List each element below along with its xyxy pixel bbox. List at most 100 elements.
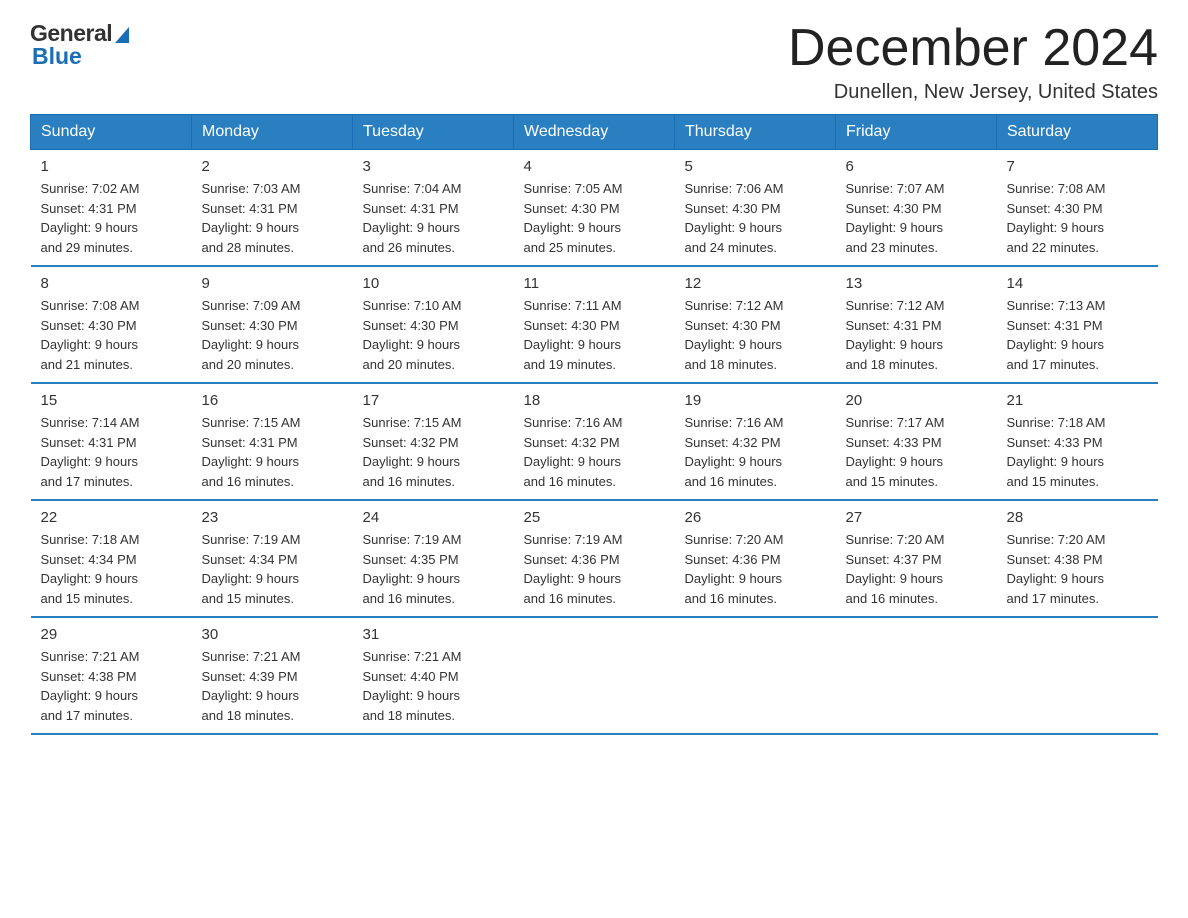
header-tuesday: Tuesday bbox=[353, 115, 514, 150]
title-area: December 2024 Dunellen, New Jersey, Unit… bbox=[788, 20, 1158, 104]
day-info: Sunrise: 7:18 AMSunset: 4:33 PMDaylight:… bbox=[1007, 413, 1148, 491]
page-header: General Blue December 2024 Dunellen, New… bbox=[30, 20, 1158, 104]
day-number: 11 bbox=[524, 275, 665, 292]
calendar-cell: 23Sunrise: 7:19 AMSunset: 4:34 PMDayligh… bbox=[192, 500, 353, 617]
day-info: Sunrise: 7:08 AMSunset: 4:30 PMDaylight:… bbox=[1007, 179, 1148, 257]
day-number: 9 bbox=[202, 275, 343, 292]
day-info: Sunrise: 7:20 AMSunset: 4:37 PMDaylight:… bbox=[846, 530, 987, 608]
calendar-cell: 11 Sunrise: 7:11 AMSunset: 4:30 PMDayligh… bbox=[514, 266, 675, 383]
day-number: 14 bbox=[1007, 275, 1148, 292]
day-number: 19 bbox=[685, 392, 826, 409]
calendar-cell: 7 Sunrise: 7:08 AMSunset: 4:30 PMDaylight… bbox=[997, 150, 1158, 267]
day-info: Sunrise: 7:19 AMSunset: 4:35 PMDaylight:… bbox=[363, 530, 504, 608]
day-number: 16 bbox=[202, 392, 343, 409]
day-number: 24 bbox=[363, 509, 504, 526]
calendar-cell bbox=[514, 617, 675, 734]
calendar-cell bbox=[675, 617, 836, 734]
header-wednesday: Wednesday bbox=[514, 115, 675, 150]
day-number: 12 bbox=[685, 275, 826, 292]
day-info: Sunrise: 7:21 AMSunset: 4:40 PMDaylight:… bbox=[363, 647, 504, 725]
day-info: Sunrise: 7:14 AMSunset: 4:31 PMDaylight:… bbox=[41, 413, 182, 491]
day-info: Sunrise: 7:12 AMSunset: 4:30 PMDaylight:… bbox=[685, 296, 826, 374]
day-info: Sunrise: 7:09 AMSunset: 4:30 PMDaylight:… bbox=[202, 296, 343, 374]
day-number: 22 bbox=[41, 509, 182, 526]
calendar-cell: 27 Sunrise: 7:20 AMSunset: 4:37 PMDayligh… bbox=[836, 500, 997, 617]
calendar-cell: 29 Sunrise: 7:21 AMSunset: 4:38 PMDayligh… bbox=[31, 617, 192, 734]
day-number: 2 bbox=[202, 158, 343, 175]
header-sunday: Sunday bbox=[31, 115, 192, 150]
header-saturday: Saturday bbox=[997, 115, 1158, 150]
header-monday: Monday bbox=[192, 115, 353, 150]
calendar-cell: 24 Sunrise: 7:19 AMSunset: 4:35 PMDayligh… bbox=[353, 500, 514, 617]
day-number: 28 bbox=[1007, 509, 1148, 526]
day-number: 18 bbox=[524, 392, 665, 409]
header-thursday: Thursday bbox=[675, 115, 836, 150]
day-info: Sunrise: 7:16 AMSunset: 4:32 PMDaylight:… bbox=[524, 413, 665, 491]
day-info: Sunrise: 7:12 AMSunset: 4:31 PMDaylight:… bbox=[846, 296, 987, 374]
day-number: 6 bbox=[846, 158, 987, 175]
day-info: Sunrise: 7:03 AMSunset: 4:31 PMDaylight:… bbox=[202, 179, 343, 257]
logo: General Blue bbox=[30, 20, 129, 70]
day-number: 10 bbox=[363, 275, 504, 292]
day-number: 1 bbox=[41, 158, 182, 175]
day-info: Sunrise: 7:11 AMSunset: 4:30 PMDaylight:… bbox=[524, 296, 665, 374]
calendar-cell: 6 Sunrise: 7:07 AMSunset: 4:30 PMDaylight… bbox=[836, 150, 997, 267]
calendar-cell: 19 Sunrise: 7:16 AMSunset: 4:32 PMDayligh… bbox=[675, 383, 836, 500]
day-info: Sunrise: 7:04 AMSunset: 4:31 PMDaylight:… bbox=[363, 179, 504, 257]
calendar-cell: 25 Sunrise: 7:19 AMSunset: 4:36 PMDayligh… bbox=[514, 500, 675, 617]
day-number: 13 bbox=[846, 275, 987, 292]
calendar-cell: 28 Sunrise: 7:20 AMSunset: 4:38 PMDayligh… bbox=[997, 500, 1158, 617]
location-text: Dunellen, New Jersey, United States bbox=[788, 81, 1158, 104]
calendar-cell: 21Sunrise: 7:18 AMSunset: 4:33 PMDayligh… bbox=[997, 383, 1158, 500]
day-number: 30 bbox=[202, 626, 343, 643]
day-number: 17 bbox=[363, 392, 504, 409]
calendar-week-row: 8Sunrise: 7:08 AMSunset: 4:30 PMDaylight… bbox=[31, 266, 1158, 383]
calendar-cell: 10 Sunrise: 7:10 AMSunset: 4:30 PMDayligh… bbox=[353, 266, 514, 383]
day-number: 25 bbox=[524, 509, 665, 526]
calendar-cell: 26Sunrise: 7:20 AMSunset: 4:36 PMDayligh… bbox=[675, 500, 836, 617]
calendar-cell: 3 Sunrise: 7:04 AMSunset: 4:31 PMDaylight… bbox=[353, 150, 514, 267]
calendar-table: SundayMondayTuesdayWednesdayThursdayFrid… bbox=[30, 114, 1158, 735]
calendar-cell: 12 Sunrise: 7:12 AMSunset: 4:30 PMDayligh… bbox=[675, 266, 836, 383]
calendar-week-row: 1 Sunrise: 7:02 AMSunset: 4:31 PMDaylight… bbox=[31, 150, 1158, 267]
calendar-cell: 30 Sunrise: 7:21 AMSunset: 4:39 PMDayligh… bbox=[192, 617, 353, 734]
day-info: Sunrise: 7:19 AMSunset: 4:34 PMDaylight:… bbox=[202, 530, 343, 608]
calendar-cell: 9 Sunrise: 7:09 AMSunset: 4:30 PMDaylight… bbox=[192, 266, 353, 383]
day-number: 7 bbox=[1007, 158, 1148, 175]
day-info: Sunrise: 7:20 AMSunset: 4:38 PMDaylight:… bbox=[1007, 530, 1148, 608]
calendar-cell bbox=[836, 617, 997, 734]
calendar-cell: 18 Sunrise: 7:16 AMSunset: 4:32 PMDayligh… bbox=[514, 383, 675, 500]
day-number: 26 bbox=[685, 509, 826, 526]
day-info: Sunrise: 7:21 AMSunset: 4:38 PMDaylight:… bbox=[41, 647, 182, 725]
day-info: Sunrise: 7:13 AMSunset: 4:31 PMDaylight:… bbox=[1007, 296, 1148, 374]
day-number: 31 bbox=[363, 626, 504, 643]
calendar-week-row: 29 Sunrise: 7:21 AMSunset: 4:38 PMDayligh… bbox=[31, 617, 1158, 734]
calendar-week-row: 22Sunrise: 7:18 AMSunset: 4:34 PMDayligh… bbox=[31, 500, 1158, 617]
calendar-header-row: SundayMondayTuesdayWednesdayThursdayFrid… bbox=[31, 115, 1158, 150]
calendar-cell: 8Sunrise: 7:08 AMSunset: 4:30 PMDaylight… bbox=[31, 266, 192, 383]
calendar-cell: 22Sunrise: 7:18 AMSunset: 4:34 PMDayligh… bbox=[31, 500, 192, 617]
day-info: Sunrise: 7:06 AMSunset: 4:30 PMDaylight:… bbox=[685, 179, 826, 257]
day-info: Sunrise: 7:07 AMSunset: 4:30 PMDaylight:… bbox=[846, 179, 987, 257]
day-info: Sunrise: 7:10 AMSunset: 4:30 PMDaylight:… bbox=[363, 296, 504, 374]
day-number: 27 bbox=[846, 509, 987, 526]
day-info: Sunrise: 7:19 AMSunset: 4:36 PMDaylight:… bbox=[524, 530, 665, 608]
day-number: 3 bbox=[363, 158, 504, 175]
calendar-cell: 13 Sunrise: 7:12 AMSunset: 4:31 PMDayligh… bbox=[836, 266, 997, 383]
day-info: Sunrise: 7:17 AMSunset: 4:33 PMDaylight:… bbox=[846, 413, 987, 491]
logo-blue-text: Blue bbox=[32, 43, 82, 70]
day-number: 4 bbox=[524, 158, 665, 175]
day-number: 15 bbox=[41, 392, 182, 409]
calendar-cell: 16Sunrise: 7:15 AMSunset: 4:31 PMDayligh… bbox=[192, 383, 353, 500]
day-info: Sunrise: 7:16 AMSunset: 4:32 PMDaylight:… bbox=[685, 413, 826, 491]
day-number: 29 bbox=[41, 626, 182, 643]
day-info: Sunrise: 7:08 AMSunset: 4:30 PMDaylight:… bbox=[41, 296, 182, 374]
logo-triangle-icon bbox=[115, 27, 129, 43]
month-title: December 2024 bbox=[788, 20, 1158, 77]
day-info: Sunrise: 7:02 AMSunset: 4:31 PMDaylight:… bbox=[41, 179, 182, 257]
calendar-cell: 2 Sunrise: 7:03 AMSunset: 4:31 PMDaylight… bbox=[192, 150, 353, 267]
calendar-cell: 5Sunrise: 7:06 AMSunset: 4:30 PMDaylight… bbox=[675, 150, 836, 267]
day-info: Sunrise: 7:21 AMSunset: 4:39 PMDaylight:… bbox=[202, 647, 343, 725]
calendar-cell: 17Sunrise: 7:15 AMSunset: 4:32 PMDayligh… bbox=[353, 383, 514, 500]
day-info: Sunrise: 7:05 AMSunset: 4:30 PMDaylight:… bbox=[524, 179, 665, 257]
